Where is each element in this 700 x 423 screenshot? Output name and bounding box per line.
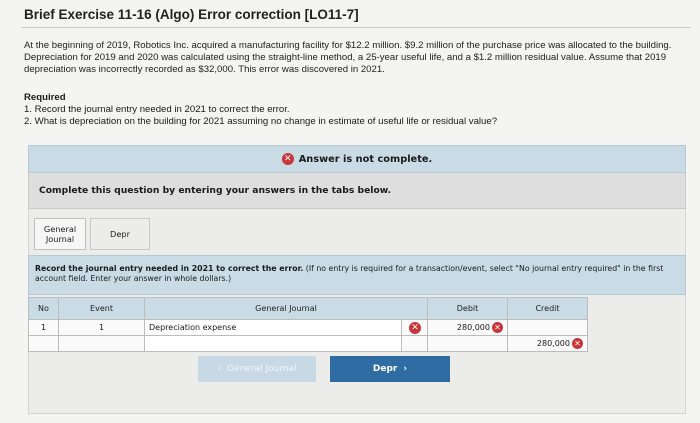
tab-general-journal[interactable]: General Journal xyxy=(34,218,86,250)
chevron-right-icon: › xyxy=(403,364,408,374)
account-field[interactable]: Depreciation expense xyxy=(144,319,402,336)
tab-depr[interactable]: Depr xyxy=(90,218,150,250)
row-no xyxy=(28,335,59,352)
credit-field[interactable]: 280,000 ✕ xyxy=(507,335,588,352)
tab-label: Journal xyxy=(45,234,75,244)
instructions-bold: Record the journal entry needed in 2021 … xyxy=(35,264,304,273)
x-circle-icon: ✕ xyxy=(492,322,503,333)
account-error-cell: ✕ xyxy=(401,319,428,336)
x-circle-icon: ✕ xyxy=(281,153,294,165)
row-event: 1 xyxy=(58,319,145,336)
next-tab-button[interactable]: Depr › xyxy=(330,356,450,382)
account-field[interactable] xyxy=(144,335,402,352)
debit-field[interactable] xyxy=(427,335,508,352)
table-row: 280,000 ✕ xyxy=(28,335,588,352)
x-circle-icon: ✕ xyxy=(572,338,583,349)
chevron-left-icon: ‹ xyxy=(217,364,222,374)
col-header-no: No xyxy=(28,297,59,320)
journal-table: No Event General Journal Debit Credit 1 … xyxy=(28,297,588,352)
complete-prompt-text: Complete this question by entering your … xyxy=(39,185,392,196)
journal-instructions: Record the journal entry needed in 2021 … xyxy=(28,255,686,295)
col-header-credit: Credit xyxy=(507,297,588,320)
page-title: Brief Exercise 11-16 (Algo) Error correc… xyxy=(24,7,359,22)
problem-statement: At the beginning of 2019, Robotics Inc. … xyxy=(24,40,672,75)
credit-field[interactable] xyxy=(507,319,588,336)
answer-status-text: Answer is not complete. xyxy=(298,153,433,165)
credit-value: 280,000 xyxy=(536,339,570,348)
prev-tab-button[interactable]: ‹ General Journal xyxy=(198,356,316,382)
tab-label: General xyxy=(43,224,77,234)
required-heading: Required xyxy=(24,92,66,103)
col-header-event: Event xyxy=(58,297,145,320)
debit-value: 280,000 xyxy=(456,323,490,332)
answer-status-banner: ✕ Answer is not complete. xyxy=(28,145,686,173)
required-item: 1. Record the journal entry needed in 20… xyxy=(24,104,290,115)
title-divider xyxy=(22,27,690,28)
table-row: 1 1 Depreciation expense ✕ 280,000 ✕ xyxy=(28,319,588,336)
next-tab-label: Depr xyxy=(372,364,398,374)
col-header-debit: Debit xyxy=(427,297,508,320)
x-circle-icon: ✕ xyxy=(409,321,421,334)
account-error-cell xyxy=(401,335,428,352)
required-list: 1. Record the journal entry needed in 20… xyxy=(24,104,497,128)
tab-label: Depr xyxy=(110,229,130,239)
row-event xyxy=(58,335,145,352)
required-item: 2. What is depreciation on the building … xyxy=(24,116,498,127)
complete-prompt: Complete this question by entering your … xyxy=(28,173,686,209)
col-header-general-journal: General Journal xyxy=(144,297,428,320)
prev-tab-label: General Journal xyxy=(227,364,297,374)
row-no: 1 xyxy=(28,319,59,336)
debit-field[interactable]: 280,000 ✕ xyxy=(427,319,508,336)
